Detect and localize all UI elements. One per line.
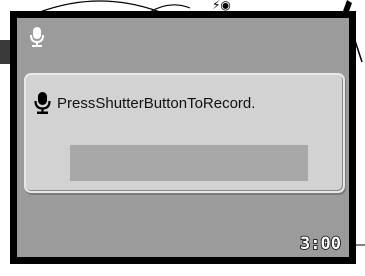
microphone-icon xyxy=(34,92,51,114)
microphone-icon xyxy=(30,27,44,47)
dialog-message-row: PressShutterButtonToRecord. xyxy=(34,91,255,115)
lcd-display: PressShutterButtonToRecord. 3:00 xyxy=(10,11,356,264)
time-remaining: 3:00 xyxy=(299,233,341,255)
dialog-message: PressShutterButtonToRecord. xyxy=(57,94,256,112)
record-progress-bar xyxy=(70,145,308,181)
record-dialog: PressShutterButtonToRecord. xyxy=(24,73,345,193)
camera-screen-figure: ⚡◉ PressShutterButtonToRecord. 3:00 xyxy=(0,0,365,276)
